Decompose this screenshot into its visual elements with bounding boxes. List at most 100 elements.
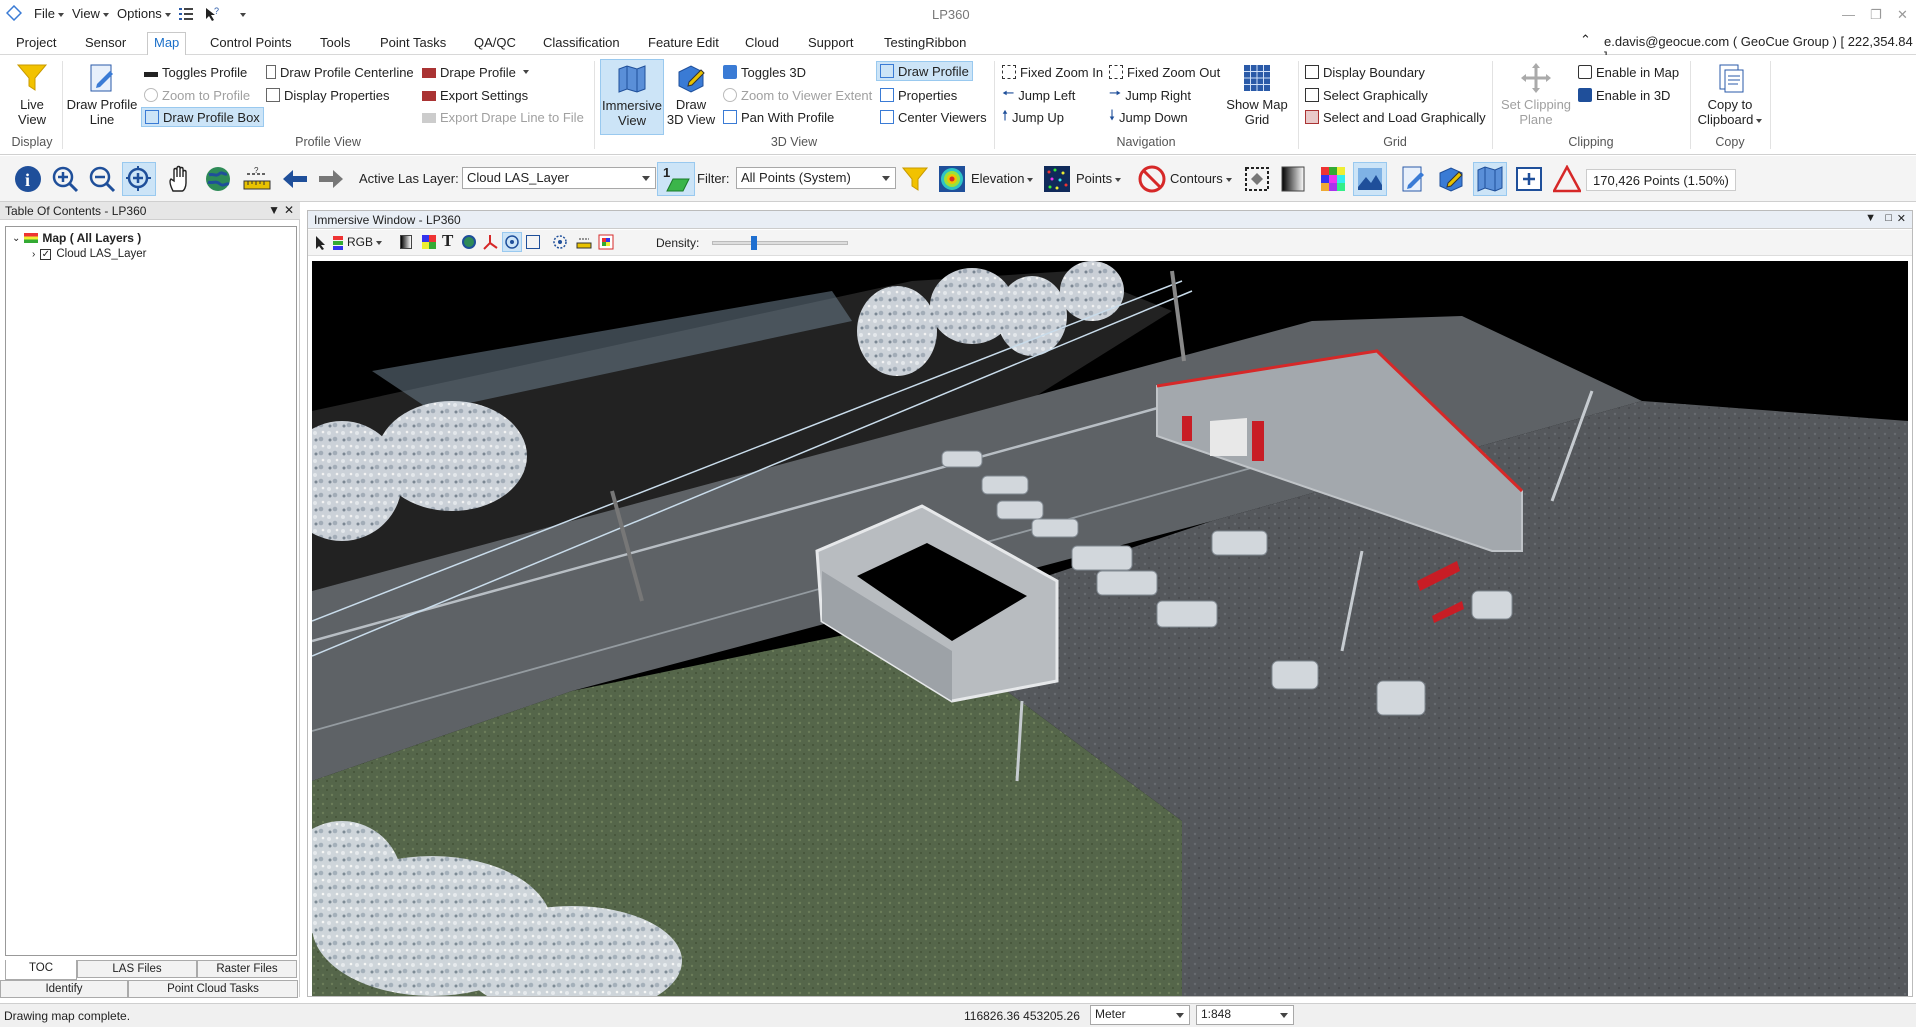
tab-sensor[interactable]: Sensor	[79, 33, 132, 55]
immersive-maximize-icon[interactable]: □	[1885, 212, 1892, 224]
tab-tools[interactable]: Tools	[314, 33, 356, 55]
copy-view-icon[interactable]	[526, 235, 540, 249]
immersive-close-icon[interactable]: ✕	[1897, 212, 1906, 225]
tab-support[interactable]: Support	[802, 33, 860, 55]
file-menu[interactable]: File	[34, 6, 64, 21]
collapse-ribbon-icon[interactable]: ⌃	[1580, 32, 1591, 48]
fixed-zoom-in-button[interactable]: Fixed Zoom In	[1002, 62, 1103, 82]
info-icon[interactable]: i	[11, 162, 45, 196]
tab-qaqc[interactable]: QA/QC	[468, 33, 522, 55]
zoom-in-icon[interactable]	[48, 162, 82, 196]
select-and-load-button[interactable]: Select and Load Graphically	[1305, 107, 1486, 127]
pan-hand-icon[interactable]	[162, 162, 196, 196]
help-pointer-icon[interactable]: ?	[203, 5, 221, 26]
globe-small-icon[interactable]	[462, 235, 476, 249]
profile-edit-icon[interactable]	[1396, 162, 1430, 196]
jump-down-button[interactable]: 🠗 Jump Down	[1109, 107, 1188, 127]
tab-classification[interactable]: Classification	[537, 33, 626, 55]
immersive-map-toggle-icon[interactable]	[1473, 162, 1507, 196]
copy-to-clipboard-button[interactable]: Copy to Clipboard	[1696, 59, 1764, 127]
immersive-view-button[interactable]: Immersive View	[600, 59, 664, 135]
text-tool-icon[interactable]: T	[442, 231, 453, 251]
maximize-button[interactable]: ❐	[1870, 7, 1882, 23]
filter-select[interactable]: All Points (System)	[736, 167, 896, 189]
collapse-chevron-icon[interactable]: ⌄	[12, 233, 20, 244]
orbit-tool-icon[interactable]	[502, 232, 522, 252]
tab-point-tasks[interactable]: Point Tasks	[374, 33, 452, 55]
enable-in-map-button[interactable]: Enable in Map	[1578, 62, 1679, 82]
intensity-icon[interactable]	[400, 235, 412, 249]
class-colors-icon[interactable]	[422, 235, 436, 249]
density-slider[interactable]	[712, 236, 848, 250]
checklist-icon[interactable]	[178, 6, 194, 25]
pan-with-profile-button[interactable]: Pan With Profile	[723, 107, 834, 127]
points-scatter-icon[interactable]	[1040, 162, 1074, 196]
fixed-zoom-out-button[interactable]: Fixed Zoom Out	[1109, 62, 1220, 82]
draw-profile-3d-button[interactable]: Draw Profile	[876, 61, 973, 81]
boundary-select-icon[interactable]	[1240, 162, 1274, 196]
layer-visible-checkbox[interactable]: ✓	[40, 248, 52, 260]
terrain-image-icon[interactable]	[1353, 162, 1387, 196]
toc-close-icon[interactable]: ✕	[284, 203, 294, 217]
draw-3d-view-button[interactable]: Draw 3D View	[666, 59, 716, 127]
cube-3d-icon[interactable]	[1434, 162, 1468, 196]
points-dropdown[interactable]: Points	[1076, 171, 1122, 186]
tab-control-points[interactable]: Control Points	[204, 33, 298, 55]
live-view-button[interactable]: Live View	[8, 59, 56, 127]
back-arrow-icon[interactable]	[278, 162, 312, 196]
drape-profile-button[interactable]: Drape Profile	[422, 62, 529, 82]
rgb-dropdown[interactable]: RGB	[347, 235, 383, 249]
view-menu[interactable]: View	[72, 6, 109, 21]
display-boundary-button[interactable]: Display Boundary	[1305, 62, 1425, 82]
toc-root-node[interactable]: ⌄ Map ( All Layers )	[12, 231, 141, 245]
tab-toc[interactable]: TOC	[5, 960, 77, 980]
tab-point-cloud-tasks[interactable]: Point Cloud Tasks	[128, 980, 298, 998]
tab-las-files[interactable]: LAS Files	[77, 960, 197, 978]
no-contours-icon[interactable]	[1135, 162, 1169, 196]
tab-raster-files[interactable]: Raster Files	[197, 960, 297, 978]
zoom-tool-icon[interactable]	[122, 162, 156, 196]
intensity-ramp-icon[interactable]	[1276, 162, 1310, 196]
pin-icon[interactable]: ▼	[268, 203, 280, 217]
select-graphically-button[interactable]: Select Graphically	[1305, 85, 1428, 105]
close-button[interactable]: ✕	[1897, 7, 1908, 23]
units-select[interactable]: Meter	[1090, 1005, 1190, 1025]
toc-layer-node[interactable]: › ✓ Cloud LAS_Layer	[32, 248, 147, 260]
classification-grid-icon[interactable]	[1316, 162, 1350, 196]
draw-profile-centerline-button[interactable]: Draw Profile Centerline	[266, 62, 414, 82]
settings-grid-icon[interactable]	[552, 234, 568, 253]
zoom-to-profile-button[interactable]: Zoom to Profile	[144, 85, 250, 105]
tab-identify[interactable]: Identify	[0, 980, 128, 998]
measure-icon[interactable]: ?	[240, 162, 274, 196]
tab-project[interactable]: Project	[10, 33, 62, 55]
zoom-to-viewer-extent-button[interactable]: Zoom to Viewer Extent	[723, 85, 872, 105]
tab-map[interactable]: Map	[147, 32, 187, 56]
quick-access-dropdown[interactable]	[240, 6, 246, 21]
toggles-3d-button[interactable]: Toggles 3D	[723, 62, 806, 82]
color-picker-icon[interactable]	[598, 234, 614, 253]
active-las-select[interactable]: Cloud LAS_Layer	[462, 167, 656, 189]
rgb-color-icon[interactable]	[332, 235, 344, 254]
properties-3d-button[interactable]: Properties	[880, 85, 957, 105]
draw-profile-box-button[interactable]: Draw Profile Box	[141, 107, 264, 127]
select-arrow-icon[interactable]	[314, 235, 328, 254]
tab-feature-edit[interactable]: Feature Edit	[642, 33, 725, 55]
contours-dropdown[interactable]: Contours	[1170, 171, 1232, 186]
forward-arrow-icon[interactable]	[314, 162, 348, 196]
toggles-profile-button[interactable]: Toggles Profile	[144, 62, 247, 82]
enable-in-3d-button[interactable]: Enable in 3D	[1578, 85, 1670, 105]
zoom-out-icon[interactable]	[85, 162, 119, 196]
minimize-button[interactable]: —	[1842, 7, 1855, 22]
layer-edit-icon[interactable]: 1	[657, 162, 695, 196]
expand-chevron-icon[interactable]: ›	[32, 249, 35, 260]
scale-select[interactable]: 1:848	[1196, 1005, 1294, 1025]
ruler-measure-icon[interactable]	[576, 234, 592, 253]
elevation-ramp-icon[interactable]	[935, 162, 969, 196]
elevation-dropdown[interactable]: Elevation	[971, 171, 1034, 186]
center-viewers-button[interactable]: Center Viewers	[880, 107, 987, 127]
immersive-pin-icon[interactable]: ▼	[1865, 212, 1876, 224]
axes-icon[interactable]	[482, 233, 498, 254]
globe-icon[interactable]	[201, 162, 235, 196]
density-slider-thumb[interactable]	[751, 236, 757, 250]
point-cloud-viewer[interactable]	[312, 261, 1908, 996]
